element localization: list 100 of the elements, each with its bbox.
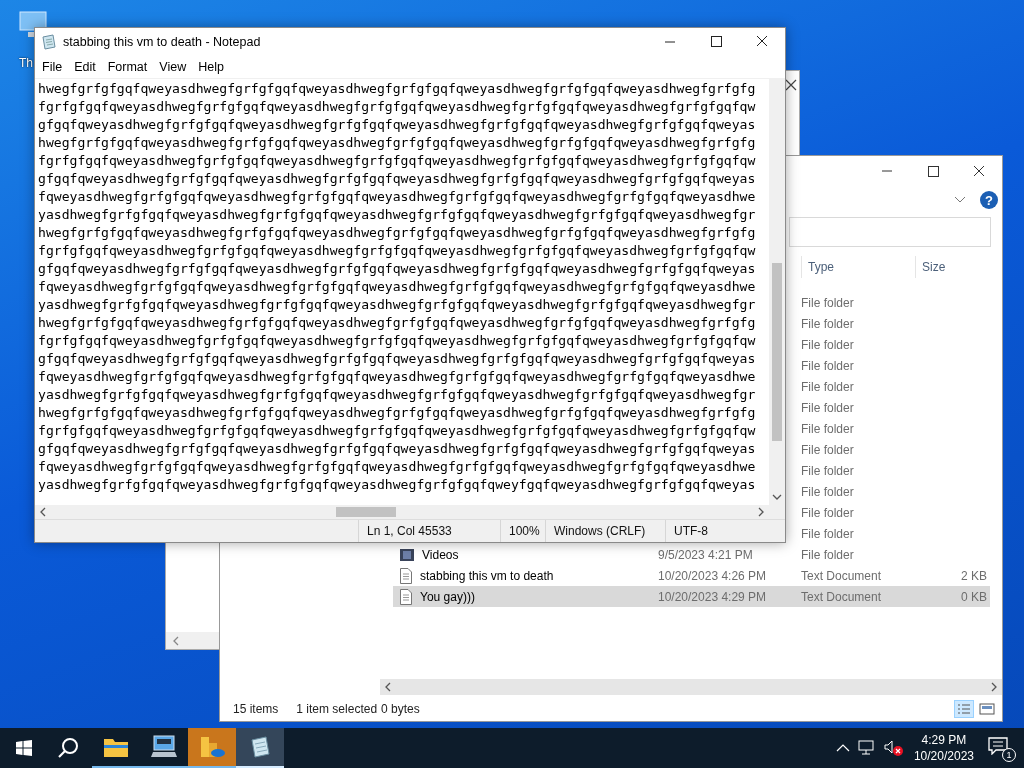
text-line: yasdhwegfgrfgfgqfqweyasdhwegfgrfgfgqfqweyasdhwegfgrfgfgqfqweyasdhwegfgrfgfgqfqweyasdhwegfgr <box>38 385 756 404</box>
zoom-level: 100% <box>509 524 540 539</box>
file-row[interactable]: File folder <box>801 313 990 334</box>
icon-label[interactable]: Th <box>19 56 33 70</box>
file-row[interactable]: File folder <box>801 481 990 502</box>
file-type: File folder <box>801 526 854 541</box>
text-line: gfgqfqweyasdhwegfgrfgfgqfqweyasdhwegfgrfgfgqfqweyasdhwegfgrfgfgqfqweyasdhwegfgrfgfgqfqweyas <box>38 169 756 188</box>
text-line: fgrfgfgqfqweyasdhwegfgrfgfgqfqweyasdhwegfgrfgfgqfqweyasdhwegfgrfgfgqfqweyasdhwegfgrfgfgqfqw <box>38 331 756 350</box>
file-name: stabbing this vm to death <box>420 568 554 583</box>
menu-item[interactable]: File <box>36 59 69 74</box>
menu-item[interactable]: Format <box>101 59 154 74</box>
file-type: File folder <box>801 463 854 478</box>
menu-item[interactable]: View <box>153 59 193 74</box>
scrollbar[interactable] <box>166 632 219 649</box>
file-row[interactable]: File folder <box>801 355 990 376</box>
file-type: Text Document <box>801 568 882 583</box>
file-row[interactable]: File folder <box>801 460 990 481</box>
text-line: hwegfgrfgfgqfqweyasdhwegfgrfgfgqfqweyasdhwegfgrfgfgqfqweyasdhwegfgrfgfgqfqweyasdhwegfgrfgfg <box>38 79 756 98</box>
windows-logo-icon[interactable] <box>16 740 32 756</box>
text-line: fqweyasdhwegfgrfgfgqfqweyasdhwegfgrfgfgqfqweyasdhwegfgrfgfgqfqweyasdhwegfgrfgfgqfqweyasdhwe <box>38 457 756 476</box>
file-type: File folder <box>801 505 854 520</box>
file-type: File folder <box>801 316 854 331</box>
text-line: fqweyasdhwegfgrfgfgqfqweyasdhwegfgrfgfgqfqweyasdhwegfgrfgfgqfqweyasdhwegfgrfgfgqfqweyasdhwe <box>38 367 756 386</box>
text-line: gfgqfqweyasdhwegfgrfgfgqfqweyasdhwegfgrfgfgqfqweyasdhwegfgrfgfgqfqweyasdhwegfgrfgfgqfqweyas <box>38 349 756 368</box>
document-icon <box>400 567 412 584</box>
file-name: You gay))) <box>420 589 475 604</box>
folder-cloud-icon <box>199 735 225 759</box>
item-count: 15 items <box>233 702 279 716</box>
help-button[interactable]: ? <box>980 191 998 209</box>
file-type: File folder <box>801 400 854 415</box>
line-endings: Windows (CRLF) <box>554 524 646 539</box>
file-row[interactable]: File folder <box>801 397 990 418</box>
text-line: yasdhwegfgrfgfgqfqweyasdhwegfgrfgfgqfqweyasdhwegfgrfgfgqfqweyasdhwegfgrfgfgqfqweyasdhwegfgr <box>38 205 756 224</box>
scrollbar[interactable] <box>769 78 785 506</box>
text-line: hwegfgrfgfgqfqweyasdhwegfgrfgfgqfqweyasdhwegfgrfgfgqfqweyasdhwegfgrfgfgqfqweyasdhwegfgrfgfg <box>38 313 756 332</box>
chevron-up-icon[interactable] <box>835 744 850 752</box>
speaker-icon[interactable] <box>883 740 904 756</box>
file-row[interactable]: File folder <box>801 334 990 355</box>
notepad-icon <box>248 735 272 759</box>
text-line: gfgqfqweyasdhwegfgrfgfgqfqweyasdhwegfgrfgfgqfqweyasdhwegfgrfgfgqfqweyasdhwegfgrfgfgqfqweyas <box>38 115 756 134</box>
file-type: File folder <box>801 337 854 352</box>
file-row[interactable]: File folder <box>801 418 990 439</box>
search-icon[interactable] <box>57 737 79 759</box>
window-title: stabbing this vm to death - Notepad <box>63 35 261 49</box>
date-modified: 10/20/2023 4:26 PM <box>658 568 767 583</box>
text-line: gfgqfqweyasdhwegfgrfgfgqfqweyasdhwegfgrfgfgqfqweyasdhwegfgrfgfgqfqweyasdhwegfgrfgfgqfqweyas <box>38 439 756 458</box>
file-row[interactable]: File folder <box>801 292 990 313</box>
file-row[interactable]: Videos 9/5/2023 4:21 PM File folder <box>393 544 990 565</box>
text-line: yasdhwegfgrfgfgqfqweyasdhwegfgrfgfgqfqweyasdhwegfgrfgfgqfqweyfgqfqweyasdhwegfgrfgfgqfqweyas <box>38 475 756 494</box>
text-line: hwegfgrfgfgqfqweyasdhwegfgrfgfgqfqweyasdhwegfgrfgfgqfqweyasdhwegfgrfgfgqfqweyasdhwegfgrfgfg <box>38 223 756 242</box>
clock-time[interactable]: 4:29 PM <box>921 732 967 748</box>
text-line: yasdhwegfgrfgfgqfqweyasdhwegfgrfgfgqfqweyasdhwegfgrfgfgqfqweyasdhwegfgrfgfgqfqweyasdhwegfgr <box>38 295 756 314</box>
chevron-icon[interactable] <box>954 196 966 204</box>
text-line: fgrfgfgqfqweyasdhwegfgrfgfgqfqweyasdhwegfgrfgfgqfqweyasdhwegfgrfgfgqfqweyasdhwegfgrfgfgqfqw <box>38 151 756 170</box>
text-line: fgrfgfgqfqweyasdhwegfgrfgfgqfqweyasdhwegfgrfgfgqfqweyasdhwegfgrfgfgqfqweyasdhwegfgrfgfgqfqw <box>38 421 756 440</box>
close-icon[interactable] <box>785 79 797 91</box>
text-line: fgrfgfgqfqweyasdhwegfgrfgfgqfqweyasdhwegfgrfgfgqfqweyasdhwegfgrfgfgqfqweyasdhwegfgrfgfgqfqw <box>38 97 756 116</box>
file-row[interactable]: File folder <box>801 523 990 544</box>
menu-item[interactable]: Edit <box>68 59 102 74</box>
column-header[interactable]: Size <box>915 256 990 278</box>
scroll-thumb[interactable] <box>772 262 782 441</box>
film-folder-icon <box>400 547 414 562</box>
tiles-view-icon[interactable] <box>978 700 996 718</box>
computer-icon <box>151 735 177 759</box>
notification-badge: 1 <box>1002 748 1016 762</box>
file-name: Videos <box>422 547 459 562</box>
file-row[interactable]: You gay))) 10/20/2023 4:29 PM Text Document 0 KB <box>393 586 990 607</box>
monitor-icon[interactable] <box>18 10 48 40</box>
file-row[interactable]: File folder <box>801 502 990 523</box>
scrollbar[interactable] <box>35 505 785 520</box>
file-type: File folder <box>801 547 854 562</box>
scroll-thumb[interactable] <box>336 507 396 518</box>
file-row[interactable]: stabbing this vm to death 10/20/2023 4:26 PM Text Document 2 KB <box>393 565 990 586</box>
column-header[interactable]: Type <box>801 256 915 278</box>
file-type: File folder <box>801 421 854 436</box>
date-modified: 10/20/2023 4:29 PM <box>658 589 767 604</box>
date-modified: 9/5/2023 4:21 PM <box>658 547 753 562</box>
text-line: hwegfgrfgfgqfqweyasdhwegfgrfgfgqfqweyasdhwegfgrfgfgqfqweyasdhwegfgrfgfgqfqweyasdhwegfgrfgfg <box>38 403 756 422</box>
file-type: File folder <box>801 484 854 499</box>
selection-size: 0 bytes <box>381 702 420 716</box>
text-line: gfgqfqweyasdhwegfgrfgfgqfqweyasdhwegfgrfgfgqfqweyasdhwegfgrfgfgqfqweyasdhwegfgrfgfgqfqweyas <box>38 259 756 278</box>
text-line: fqweyasdhwegfgrfgfgqfqweyasdhwegfgrfgfgqfqweyasdhwegfgrfgfgqfqweyasdhwegfgrfgfgqfqweyasdhwe <box>38 187 756 206</box>
clock-date[interactable]: 10/20/2023 <box>913 748 974 764</box>
scrollbar[interactable] <box>380 679 1002 695</box>
address-field[interactable] <box>789 217 991 247</box>
notification-icon[interactable] <box>988 737 1008 755</box>
file-type: Text Document <box>801 589 882 604</box>
selection-count: 1 item selected <box>296 702 378 716</box>
document-icon <box>400 588 412 605</box>
notepad-icon <box>41 34 57 50</box>
file-size: 0 KB <box>961 589 987 604</box>
network-icon[interactable] <box>857 740 876 756</box>
encoding: UTF-8 <box>674 524 708 539</box>
cursor-position: Ln 1, Col 45533 <box>367 524 452 539</box>
text-line: fgrfgfgqfqweyasdhwegfgrfgfgqfqweyasdhwegfgrfgfgqfqweyasdhwegfgrfgfgqfqweyasdhwegfgrfgfgqfqw <box>38 241 756 260</box>
file-row[interactable]: File folder <box>801 439 990 460</box>
menu-item[interactable]: Help <box>192 59 230 74</box>
file-type: File folder <box>801 379 854 394</box>
file-row[interactable]: File folder <box>801 376 990 397</box>
file-type: File folder <box>801 358 854 373</box>
